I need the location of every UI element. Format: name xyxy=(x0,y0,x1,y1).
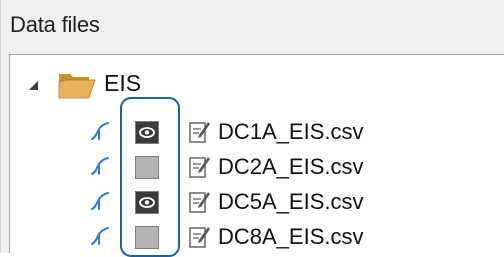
panel-header: Data files xyxy=(1,0,504,54)
file-row[interactable]: DC8A_EIS.csv xyxy=(10,220,490,255)
file-label: DC5A_EIS.csv xyxy=(218,189,364,214)
expand-collapse-icon[interactable] xyxy=(29,81,38,90)
file-tree[interactable]: EIS DC1A_EIS.csv DC2A_EIS.csv DC5A_EIS.c… xyxy=(9,54,504,253)
plot-curve-icon xyxy=(91,227,109,245)
visibility-toggle[interactable] xyxy=(135,191,159,214)
tree-node-label: EIS xyxy=(104,70,142,96)
file-row[interactable]: DC5A_EIS.csv xyxy=(10,185,490,220)
file-label: DC1A_EIS.csv xyxy=(218,119,364,144)
edit-file-icon[interactable] xyxy=(189,120,211,144)
file-row[interactable]: DC1A_EIS.csv xyxy=(10,115,490,150)
edit-file-icon[interactable] xyxy=(189,190,211,214)
tree-node-eis[interactable]: EIS xyxy=(10,55,490,99)
file-row[interactable]: DC2A_EIS.csv xyxy=(10,150,490,185)
folder-icon xyxy=(58,74,96,99)
file-label: DC8A_EIS.csv xyxy=(218,224,364,249)
file-label: DC2A_EIS.csv xyxy=(218,154,364,179)
visibility-toggle[interactable] xyxy=(135,226,159,249)
visibility-toggle[interactable] xyxy=(135,121,159,144)
data-files-panel: Data files EIS DC1A_EIS.csv DC2A_EIS.csv… xyxy=(0,0,504,257)
edit-file-icon[interactable] xyxy=(189,225,211,249)
edit-file-icon[interactable] xyxy=(189,155,211,179)
panel-title: Data files xyxy=(10,12,100,37)
plot-curve-icon xyxy=(91,122,109,140)
eye-icon xyxy=(139,127,155,138)
visibility-toggle[interactable] xyxy=(135,156,159,179)
plot-curve-icon xyxy=(91,157,109,175)
plot-curve-icon xyxy=(91,192,109,210)
eye-icon xyxy=(139,197,155,208)
